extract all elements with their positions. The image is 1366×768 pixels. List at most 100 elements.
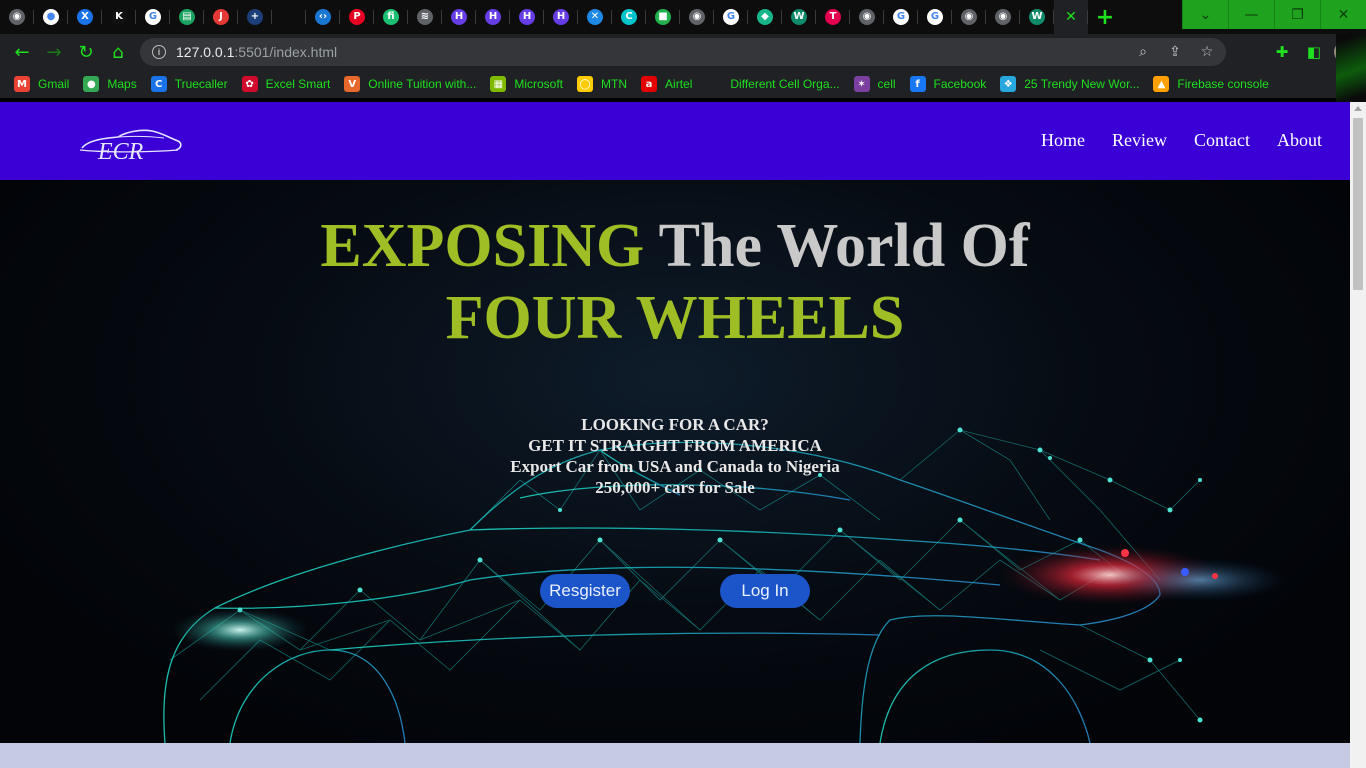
bookmark-label: 25 Trendy New Wor... — [1024, 77, 1140, 91]
layers-icon: ≋ — [417, 9, 433, 25]
register-button[interactable]: Resgister — [540, 574, 630, 608]
url-path: :5501/index.html — [234, 44, 338, 60]
tab-3[interactable]: K — [102, 0, 136, 34]
zoom-icon[interactable]: ⌕ — [1132, 41, 1154, 63]
bookmark-label: Gmail — [38, 77, 70, 91]
bookmark-item[interactable]: ❖ 25 Trendy New Wor... — [1000, 72, 1153, 96]
bookmark-item[interactable]: ✿ Excel Smart — [241, 72, 345, 96]
tab-11[interactable]: fi — [374, 0, 408, 34]
forward-button[interactable]: → — [38, 36, 70, 68]
blank-bookmark-icon — [706, 76, 723, 92]
tab-7[interactable]: + — [238, 0, 272, 34]
scroll-thumb[interactable] — [1353, 118, 1363, 290]
tab-21[interactable]: G — [714, 0, 748, 34]
nav-contact[interactable]: Contact — [1194, 130, 1250, 151]
bookmark-item[interactable]: M Gmail — [14, 72, 83, 96]
hero-section: EXPOSING The World Of FOUR WHEELS LOOKIN… — [0, 180, 1350, 743]
hostinger-icon: H — [553, 9, 569, 25]
nav-home[interactable]: Home — [1041, 130, 1085, 151]
blank-icon — [281, 9, 297, 25]
tab-13[interactable]: H — [442, 0, 476, 34]
tab-26[interactable]: G — [884, 0, 918, 34]
tab-search-button[interactable]: ⌄ — [1182, 0, 1228, 29]
close-tab-icon[interactable]: ✕ — [1063, 9, 1079, 25]
tab-16[interactable]: H — [544, 0, 578, 34]
address-bar[interactable]: i 127.0.0.1:5501/index.html ⌕ ⇪ ☆ — [140, 38, 1226, 66]
next-section-edge — [0, 743, 1350, 768]
restore-button[interactable]: ❐ — [1274, 0, 1320, 29]
globe-icon: ◉ — [961, 9, 977, 25]
tab-18[interactable]: C — [612, 0, 646, 34]
tab-14[interactable]: H — [476, 0, 510, 34]
bookmark-label: Online Tuition with... — [368, 77, 477, 91]
scroll-up-arrow-icon[interactable] — [1354, 106, 1362, 111]
tab-28[interactable]: ◉ — [952, 0, 986, 34]
hero-tagline: LOOKING FOR A CAR? GET IT STRAIGHT FROM … — [0, 414, 1350, 498]
tab-2[interactable]: X — [68, 0, 102, 34]
bookmark-star-icon[interactable]: ☆ — [1196, 41, 1218, 63]
web-page: ECR Home Review Contact About EXPOSING T… — [0, 102, 1350, 768]
nav-review[interactable]: Review — [1112, 130, 1167, 151]
tab-19[interactable]: ■ — [646, 0, 680, 34]
tab-active[interactable]: ✕ — [1054, 0, 1088, 34]
tab-12[interactable]: ≋ — [408, 0, 442, 34]
hostinger-icon: H — [519, 9, 535, 25]
close-window-button[interactable]: ✕ — [1320, 0, 1366, 29]
x-brand-icon: X — [77, 9, 93, 25]
tab-5[interactable]: ▤ — [170, 0, 204, 34]
w-icon: W — [791, 9, 807, 25]
headline-highlight: EXPOSING — [320, 212, 645, 280]
globe-icon: ◉ — [9, 9, 25, 25]
bookmark-item[interactable]: V Online Tuition with... — [344, 72, 490, 96]
tab-1[interactable]: ● — [34, 0, 68, 34]
tab-20[interactable]: ◉ — [680, 0, 714, 34]
tab-27[interactable]: G — [918, 0, 952, 34]
login-button[interactable]: Log In — [720, 574, 810, 608]
tab-0[interactable]: ◉ — [0, 0, 34, 34]
side-panel-icon[interactable]: ◧ — [1302, 40, 1326, 64]
home-button[interactable]: ⌂ — [102, 36, 134, 68]
new-tab-button[interactable]: + — [1088, 0, 1122, 34]
nav-about[interactable]: About — [1277, 130, 1322, 151]
bookmark-item[interactable]: ✶ cell — [853, 72, 910, 96]
bookmark-item[interactable]: ▦ Microsoft — [490, 72, 577, 96]
tab-30[interactable]: W — [1020, 0, 1054, 34]
tab-15[interactable]: H — [510, 0, 544, 34]
bookmark-item[interactable]: ● Maps — [83, 72, 150, 96]
tagline-line-1: LOOKING FOR A CAR? — [581, 415, 769, 434]
tab-4[interactable]: G — [136, 0, 170, 34]
globe-icon: ◉ — [995, 9, 1011, 25]
tab-29[interactable]: ◉ — [986, 0, 1020, 34]
back-button[interactable]: ← — [6, 36, 38, 68]
tab-17[interactable]: ✕ — [578, 0, 612, 34]
ecr-logo[interactable]: ECR — [78, 126, 184, 166]
bookmark-item[interactable]: Different Cell Orga... — [706, 72, 853, 96]
tab-strip: ◉ ● X K G ▤ J + ‹› Pfi ≋ H H H H ✕ C ■ ◉ G ◆ W T ◉ G G ◉ ◉ W ✕ + — [0, 0, 1366, 34]
reload-button[interactable]: ↻ — [70, 36, 102, 68]
minimize-button[interactable]: — — [1228, 0, 1274, 29]
site-info-icon[interactable]: i — [152, 45, 166, 59]
url-host: 127.0.0.1 — [176, 44, 235, 60]
tab-10[interactable]: P — [340, 0, 374, 34]
tab-25[interactable]: ◉ — [850, 0, 884, 34]
tab-6[interactable]: J — [204, 0, 238, 34]
extensions-icon[interactable]: ✚ — [1270, 40, 1294, 64]
tab-23[interactable]: W — [782, 0, 816, 34]
share-icon[interactable]: ⇪ — [1164, 41, 1186, 63]
tab-8[interactable] — [272, 0, 306, 34]
bookmark-item[interactable]: ◯ MTN — [577, 72, 641, 96]
green-square-icon: ■ — [655, 9, 671, 25]
headline-line-2: FOUR WHEELS — [445, 284, 905, 352]
bookmark-label: Maps — [107, 77, 137, 91]
tab-22[interactable]: ◆ — [748, 0, 782, 34]
bookmark-item[interactable]: C Truecaller — [150, 72, 242, 96]
tab-24[interactable]: T — [816, 0, 850, 34]
tab-9[interactable]: ‹› — [306, 0, 340, 34]
tagline-line-4: 250,000+ cars for Sale — [595, 478, 755, 497]
bookmark-item[interactable]: ▲ Firebase console — [1153, 72, 1282, 96]
bookmark-label: Microsoft — [514, 77, 564, 91]
globe-icon: ◉ — [859, 9, 875, 25]
bookmark-item[interactable]: f Facebook — [909, 72, 1001, 96]
bookmark-item[interactable]: a Airtel — [641, 72, 706, 96]
page-scrollbar[interactable] — [1350, 102, 1366, 768]
